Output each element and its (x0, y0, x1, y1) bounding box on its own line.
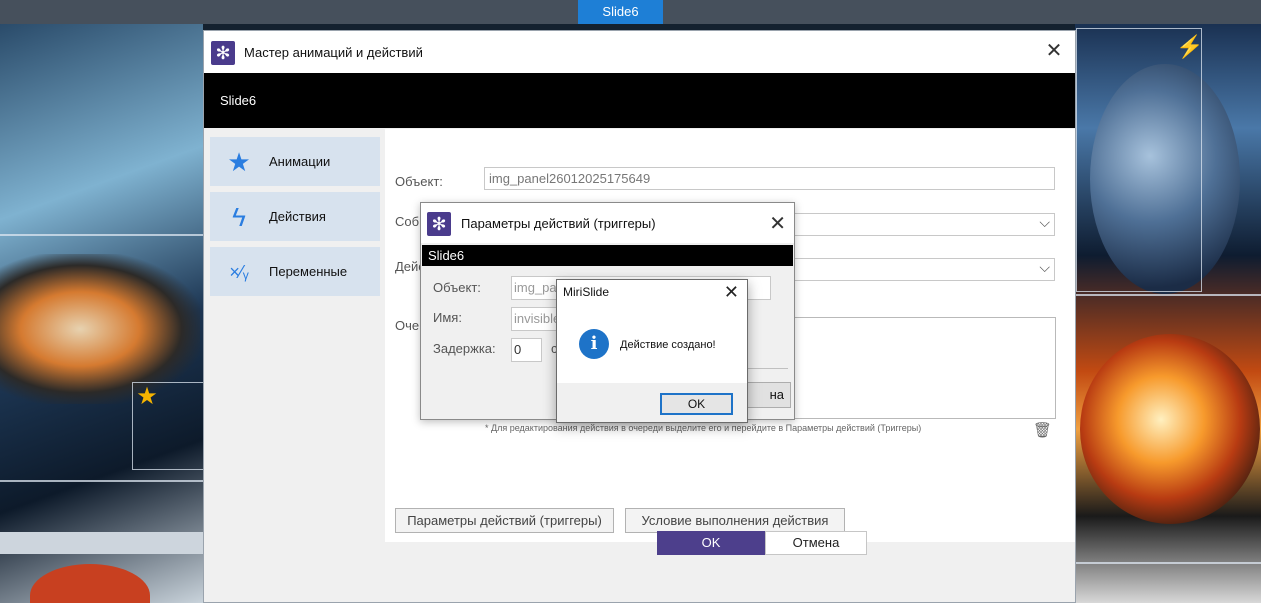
lightning-icon[interactable]: ⚡ (1176, 34, 1203, 60)
star-icon: ★ (227, 147, 251, 177)
trash-icon[interactable]: 🗑 (1033, 421, 1052, 439)
comic-panel-border (0, 234, 203, 236)
star-icon[interactable]: ★ (132, 382, 162, 412)
triggers-header: Slide6 (422, 245, 793, 266)
comic-panel-border (1076, 28, 1202, 292)
info-icon: i (579, 329, 609, 359)
app-logo-icon: ✻ (211, 41, 235, 65)
object-field[interactable]: img_panel26012025175649 (484, 167, 1055, 190)
explosion-image (1080, 334, 1260, 524)
comic-panel-border (0, 480, 203, 482)
triggers-object-label: Объект: (433, 280, 481, 295)
sidebar-item-animations[interactable]: ★ Анимации (210, 137, 380, 186)
triggers-delay-field[interactable]: 0 (511, 338, 542, 362)
variables-icon: ×⁄ᵧ (229, 262, 249, 282)
sidebar-item-label: Действия (269, 209, 326, 224)
app-logo-icon: ✻ (427, 212, 451, 236)
wizard-cancel-button[interactable]: Отмена (765, 531, 867, 555)
sidebar-item-label: Переменные (269, 264, 348, 279)
triggers-params-button[interactable]: Параметры действий (триггеры) (395, 508, 614, 533)
slide-tab-bar: Slide6 (0, 0, 1261, 24)
slide-tab[interactable]: Slide6 (578, 0, 663, 24)
comic-device-bar (0, 532, 203, 554)
sidebar-item-variables[interactable]: ×⁄ᵧ Переменные (210, 247, 380, 296)
lightning-icon: ϟ (232, 202, 246, 232)
sidebar-item-label: Анимации (269, 154, 331, 169)
comic-panel-border (1076, 294, 1261, 296)
close-icon[interactable]: ✕ (1043, 40, 1065, 62)
wizard-sidebar: ★ Анимации ϟ Действия ×⁄ᵧ Переменные (210, 137, 380, 302)
wizard-title: Мастер анимаций и действий (244, 45, 423, 60)
wizard-header-title: Slide6 (220, 93, 257, 108)
message-box: MiriSlide ✕ i Действие создано! OK (556, 279, 748, 423)
message-title: MiriSlide (563, 285, 610, 299)
wizard-header: Slide6 (204, 73, 1075, 128)
close-icon[interactable]: ✕ (724, 282, 739, 303)
comic-panel-border (1076, 562, 1261, 564)
message-ok-button[interactable]: OK (660, 393, 733, 415)
queue-hint-text: * Для редактирования действия в очереди … (485, 423, 922, 433)
action-queue-list[interactable] (794, 317, 1056, 419)
sidebar-item-actions[interactable]: ϟ Действия (210, 192, 380, 241)
triggers-name-label: Имя: (433, 310, 462, 325)
condition-button[interactable]: Условие выполнения действия (625, 508, 845, 533)
triggers-titlebar: ✻ Параметры действий (триггеры) ✕ (421, 203, 794, 243)
close-icon[interactable]: ✕ (769, 211, 786, 236)
message-text: Действие создано! (620, 339, 716, 351)
wizard-ok-button[interactable]: OK (657, 531, 765, 555)
message-body: MiriSlide ✕ i Действие создано! (557, 280, 747, 383)
triggers-title: Параметры действий (триггеры) (461, 216, 656, 231)
object-label: Объект: (395, 174, 443, 189)
wizard-titlebar: ✻ Мастер анимаций и действий ✕ (204, 31, 1075, 73)
triggers-delay-label: Задержка: (433, 341, 496, 356)
